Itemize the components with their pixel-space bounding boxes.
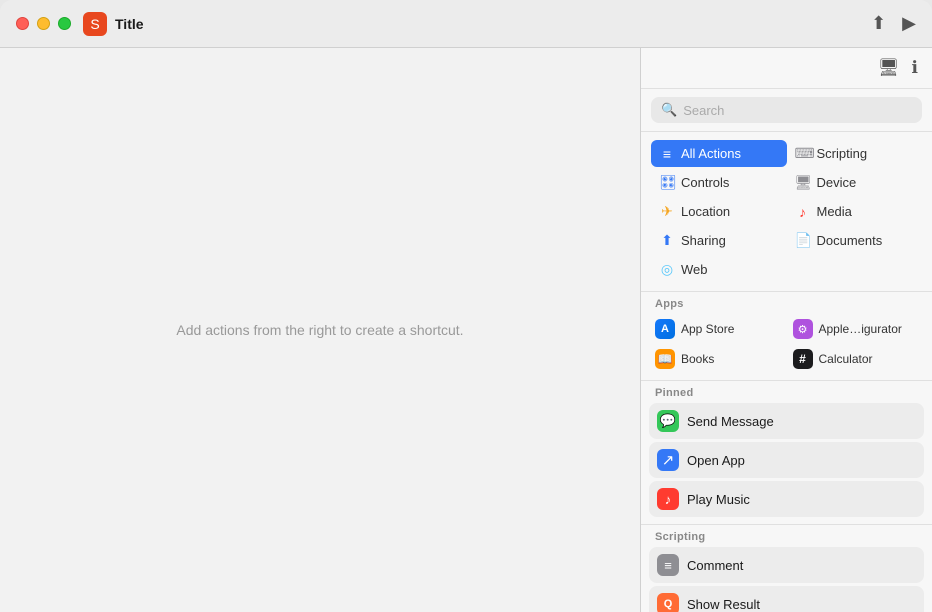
category-all-actions[interactable]: ≡ All Actions: [651, 140, 787, 167]
traffic-lights: [16, 17, 71, 30]
pinned-section-label: Pinned: [641, 381, 932, 401]
search-bar: 🔍: [641, 89, 932, 132]
category-scripting[interactable]: ⌨ Scripting: [787, 140, 923, 167]
comment-label: Comment: [687, 558, 743, 573]
apple-configurator-item[interactable]: ⚙ Apple…igurator: [787, 314, 925, 344]
search-icon: 🔍: [661, 102, 677, 118]
web-label: Web: [681, 262, 708, 277]
empty-state-message: Add actions from the right to create a s…: [176, 322, 463, 338]
scripting-icon: ⌨: [795, 145, 811, 162]
calculator-icon: #: [793, 349, 813, 369]
apps-section-label: Apps: [641, 292, 932, 312]
configurator-label: Apple…igurator: [819, 322, 902, 336]
titlebar: S Title ⬆ ▶: [0, 0, 932, 48]
app-store-label: App Store: [681, 322, 734, 336]
comment-item[interactable]: ≡ Comment: [649, 547, 924, 583]
configurator-icon: ⚙: [793, 319, 813, 339]
actions-sidebar: 🖥 ℹ 🔍 ≡ All Actions ⌨ Scripting: [640, 48, 932, 612]
documents-icon: 📄: [795, 232, 811, 249]
canvas-area: Add actions from the right to create a s…: [0, 48, 640, 612]
app-icon: S: [83, 12, 107, 36]
location-icon: ✈: [659, 203, 675, 220]
send-message-icon: 💬: [657, 410, 679, 432]
app-store-icon: A: [655, 319, 675, 339]
location-label: Location: [681, 204, 730, 219]
scripting-label: Scripting: [817, 146, 868, 161]
sharing-label: Sharing: [681, 233, 726, 248]
close-button[interactable]: [16, 17, 29, 30]
add-to-dock-icon[interactable]: 🖥: [878, 58, 900, 78]
play-icon[interactable]: ▶: [902, 13, 916, 34]
category-documents[interactable]: 📄 Documents: [787, 227, 923, 254]
comment-icon: ≡: [657, 554, 679, 576]
apps-section: Apps A App Store ⚙ Apple…igurator 📖 Book…: [641, 292, 932, 381]
media-label: Media: [817, 204, 852, 219]
books-icon: 📖: [655, 349, 675, 369]
sidebar-content: ≡ All Actions ⌨ Scripting 🎛 Controls 🖥 D…: [641, 132, 932, 612]
window-title: Title: [115, 16, 144, 32]
search-input[interactable]: [683, 103, 912, 118]
books-item[interactable]: 📖 Books: [649, 344, 787, 374]
scripting-section-label: Scripting: [641, 525, 932, 545]
app-store-item[interactable]: A App Store: [649, 314, 787, 344]
play-music-item[interactable]: ♪ Play Music: [649, 481, 924, 517]
sidebar-header: 🖥 ℹ: [641, 48, 932, 89]
info-icon[interactable]: ℹ: [912, 58, 918, 78]
category-web[interactable]: ◎ Web: [651, 256, 787, 283]
categories-grid: ≡ All Actions ⌨ Scripting 🎛 Controls 🖥 D…: [641, 132, 932, 292]
sharing-icon: ⬆: [659, 232, 675, 249]
media-icon: ♪: [795, 204, 811, 220]
scripting-section: Scripting ≡ Comment Q Show Result ! Show…: [641, 525, 932, 612]
minimize-button[interactable]: [37, 17, 50, 30]
web-icon: ◎: [659, 261, 675, 278]
category-device[interactable]: 🖥 Device: [787, 169, 923, 196]
device-icon: 🖥: [795, 174, 811, 191]
show-result-icon: Q: [657, 593, 679, 612]
all-actions-icon: ≡: [659, 146, 675, 162]
books-label: Books: [681, 352, 714, 366]
play-music-icon: ♪: [657, 488, 679, 510]
open-app-label: Open App: [687, 453, 745, 468]
maximize-button[interactable]: [58, 17, 71, 30]
pinned-section: Pinned 💬 Send Message ↗ Open App ♪ Play …: [641, 381, 932, 525]
controls-icon: 🎛: [659, 174, 675, 191]
send-message-item[interactable]: 💬 Send Message: [649, 403, 924, 439]
documents-label: Documents: [817, 233, 883, 248]
show-result-item[interactable]: Q Show Result: [649, 586, 924, 612]
category-location[interactable]: ✈ Location: [651, 198, 787, 225]
calculator-label: Calculator: [819, 352, 873, 366]
category-media[interactable]: ♪ Media: [787, 198, 923, 225]
main-content: Add actions from the right to create a s…: [0, 48, 932, 612]
calculator-item[interactable]: # Calculator: [787, 344, 925, 374]
titlebar-actions: ⬆ ▶: [871, 13, 916, 34]
pinned-action-list: 💬 Send Message ↗ Open App ♪ Play Music: [641, 401, 932, 524]
apps-grid: A App Store ⚙ Apple…igurator 📖 Books # C…: [641, 312, 932, 380]
scripting-action-list: ≡ Comment Q Show Result ! Show Alert ? A…: [641, 545, 932, 612]
search-wrapper: 🔍: [651, 97, 922, 123]
device-label: Device: [817, 175, 857, 190]
category-controls[interactable]: 🎛 Controls: [651, 169, 787, 196]
controls-label: Controls: [681, 175, 729, 190]
open-app-icon: ↗: [657, 449, 679, 471]
all-actions-label: All Actions: [681, 146, 741, 161]
category-sharing[interactable]: ⬆ Sharing: [651, 227, 787, 254]
send-message-label: Send Message: [687, 414, 774, 429]
play-music-label: Play Music: [687, 492, 750, 507]
show-result-label: Show Result: [687, 597, 760, 612]
share-icon[interactable]: ⬆: [871, 13, 886, 34]
open-app-item[interactable]: ↗ Open App: [649, 442, 924, 478]
